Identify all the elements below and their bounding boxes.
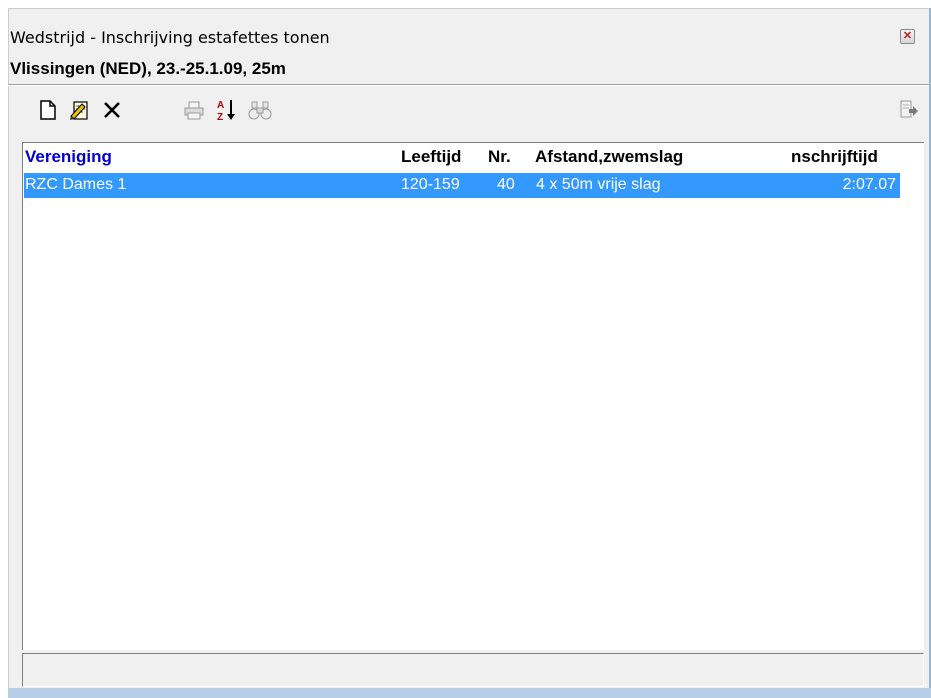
export-icon — [900, 100, 918, 118]
cell-inschrijftijd: 2:07.07 — [842, 176, 896, 193]
find-binoculars-icon — [248, 101, 272, 120]
status-bar — [22, 653, 924, 687]
sort-az-icon: A Z — [217, 100, 235, 123]
cell-leeftijd: 120-159 — [401, 176, 460, 193]
window-frame-bottom — [8, 688, 931, 698]
new-document-icon — [40, 100, 56, 120]
new-button[interactable] — [34, 96, 62, 124]
column-header-leeftijd[interactable]: Leeftijd — [401, 147, 461, 167]
print-icon — [184, 101, 204, 120]
export-button[interactable] — [896, 96, 922, 124]
column-header-inschrijftijd[interactable]: nschrijftijd — [791, 147, 878, 167]
close-icon: ✕ — [902, 30, 913, 42]
toolbar: A Z — [0, 88, 931, 140]
cell-afstand: 4 x 50m vrije slag — [536, 176, 661, 193]
column-header-afstand[interactable]: Afstand,zwemslag — [535, 147, 683, 167]
edit-button[interactable] — [66, 96, 94, 124]
print-button[interactable] — [180, 96, 208, 124]
cell-nr: 40 — [497, 176, 515, 193]
find-button[interactable] — [246, 96, 274, 124]
cell-vereniging: RZC Dames 1 — [25, 176, 127, 193]
competition-subtitle: Vlissingen (NED), 23.-25.1.09, 25m — [10, 59, 286, 78]
column-header-nr[interactable]: Nr. — [488, 147, 511, 167]
relay-entries-list[interactable]: Vereniging Leeftijd Nr. Afstand,zwemslag… — [22, 142, 924, 650]
table-row[interactable]: RZC Dames 1 120-159 40 4 x 50m vrije sla… — [24, 173, 900, 198]
sort-button[interactable]: A Z — [212, 96, 240, 124]
svg-text:Z: Z — [217, 112, 223, 123]
column-header-vereniging[interactable]: Vereniging — [25, 147, 112, 167]
delete-icon — [104, 102, 120, 118]
delete-button[interactable] — [98, 96, 126, 124]
close-button[interactable]: ✕ — [900, 29, 915, 44]
svg-text:A: A — [217, 100, 224, 111]
edit-document-icon — [70, 101, 88, 120]
divider — [8, 84, 929, 86]
window-title: Wedstrijd - Inschrijving estafettes tone… — [10, 28, 330, 47]
